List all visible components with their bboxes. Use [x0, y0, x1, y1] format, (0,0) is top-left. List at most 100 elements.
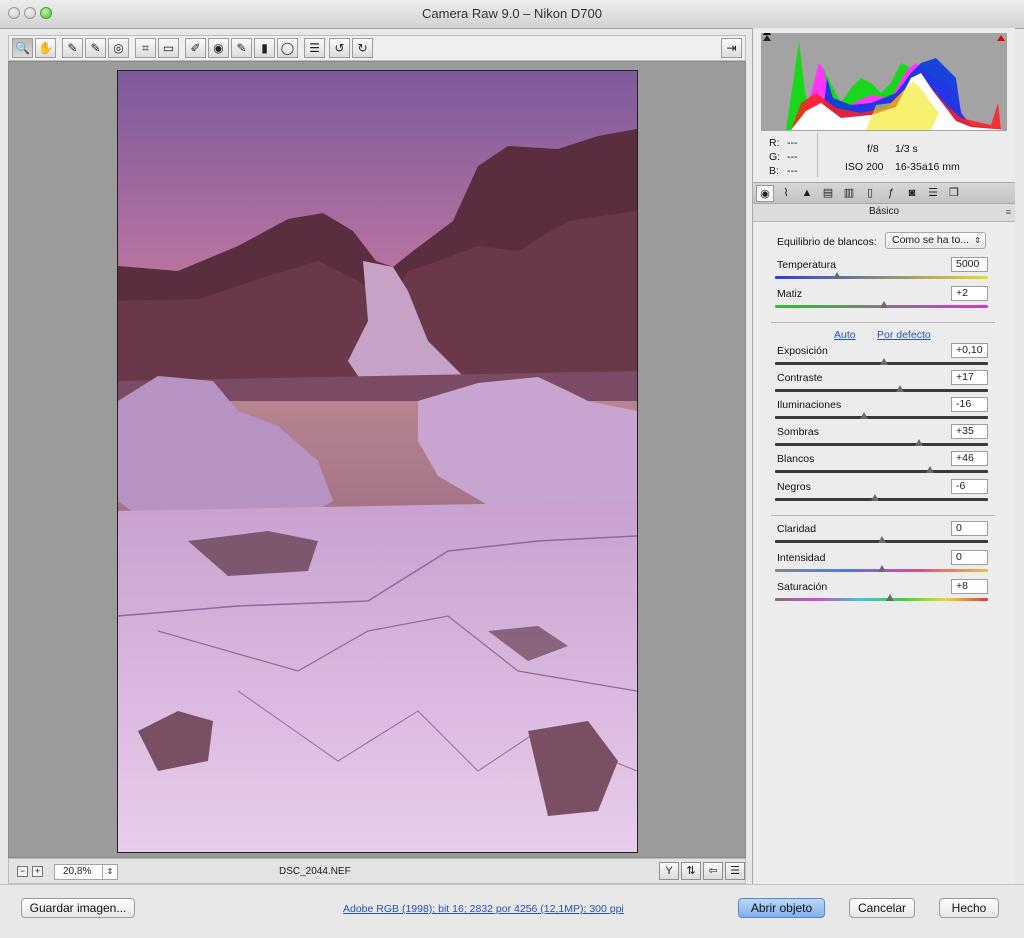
rotate-left-icon[interactable]: ↺	[329, 38, 350, 58]
red-eye-tool-icon[interactable]: ◉	[208, 38, 229, 58]
targeted-adjustment-tool-icon[interactable]: ◎	[108, 38, 129, 58]
slider-value-saturacion[interactable]: +8	[951, 579, 988, 594]
effects-tab-icon[interactable]: ƒ	[882, 185, 900, 202]
open-object-button[interactable]: Abrir objeto	[738, 898, 825, 918]
spot-removal-tool-icon[interactable]: ✐	[185, 38, 206, 58]
split-toning-tab-icon[interactable]: ▥	[840, 185, 858, 202]
slider-label-sombras: Sombras	[777, 426, 820, 438]
slider-thumb-matiz[interactable]	[880, 301, 888, 308]
slider-thumb-exposicion[interactable]	[880, 358, 888, 365]
radial-filter-tool-icon[interactable]: ◯	[277, 38, 298, 58]
slider-thumb-claridad[interactable]	[878, 536, 886, 543]
snapshots-tab-icon[interactable]: ❐	[945, 185, 963, 202]
slider-label-blancos: Blancos	[777, 453, 815, 465]
divider	[771, 322, 995, 323]
slider-thumb-negros[interactable]	[871, 494, 879, 501]
graduated-filter-tool-icon[interactable]: ▮	[254, 38, 275, 58]
slider-track-saturacion[interactable]	[775, 598, 988, 601]
wb-label: Equilibrio de blancos:	[777, 236, 877, 248]
preview-status-bar: − + 20,8% ⇕ DSC_2044.NEF Y ⇅ ⇦ ☰	[8, 858, 746, 884]
zoom-out-button[interactable]: −	[17, 866, 28, 877]
default-link[interactable]: Por defecto	[877, 329, 931, 341]
slider-thumb-contraste[interactable]	[896, 385, 904, 392]
zoom-in-button[interactable]: +	[32, 866, 43, 877]
divider	[771, 515, 995, 516]
slider-track-blancos[interactable]	[775, 470, 988, 473]
swap-settings-icon[interactable]: ⇅	[681, 862, 701, 880]
lens-corrections-tab-icon[interactable]: ▯	[861, 185, 879, 202]
title-bar: Camera Raw 9.0 – Nikon D700	[0, 0, 1024, 29]
hsl-tab-icon[interactable]: ▤	[819, 185, 837, 202]
crop-tool-icon[interactable]: ⌗	[135, 38, 156, 58]
section-header: Básico ≡	[753, 204, 1015, 222]
panel-tabs: ◉ ⌇ ▲ ▤ ▥ ▯ ƒ ◙ ☰ ❐	[753, 182, 1015, 204]
photo-preview[interactable]	[117, 70, 638, 853]
aperture-value: f/8	[867, 143, 879, 155]
slider-track-temperatura[interactable]	[775, 276, 988, 279]
shutter-value: 1/3 s	[895, 143, 918, 155]
view-before-after-icon[interactable]: Y	[659, 862, 679, 880]
fullscreen-icon[interactable]: ⇥	[721, 38, 742, 58]
slider-value-contraste[interactable]: +17	[951, 370, 988, 385]
slider-label-exposicion: Exposición	[777, 345, 828, 357]
slider-value-exposicion[interactable]: +0,10	[951, 343, 988, 358]
white-balance-tool-icon[interactable]: ✎	[62, 38, 83, 58]
tone-curve-tab-icon[interactable]: ⌇	[777, 185, 795, 202]
rotate-right-icon[interactable]: ↻	[352, 38, 373, 58]
panel-menu-icon[interactable]: ≡	[1006, 204, 1011, 220]
slider-label-matiz: Matiz	[777, 288, 803, 300]
histogram	[761, 29, 1007, 131]
b-value: ---	[787, 165, 798, 177]
slider-track-sombras[interactable]	[775, 443, 988, 446]
detail-tab-icon[interactable]: ▲	[798, 185, 816, 202]
pixel-readout: R: --- G: --- B: --- f/8 1/3 s ISO 200 1…	[761, 131, 1007, 177]
slider-track-iluminaciones[interactable]	[775, 416, 988, 419]
slider-value-sombras[interactable]: +35	[951, 424, 988, 439]
hand-tool-icon[interactable]: ✋	[35, 38, 56, 58]
done-button[interactable]: Hecho	[939, 898, 999, 918]
slider-label-saturacion: Saturación	[777, 581, 828, 593]
adjustment-brush-tool-icon[interactable]: ✎	[231, 38, 252, 58]
cancel-button[interactable]: Cancelar	[849, 898, 915, 918]
slider-label-contraste: Contraste	[777, 372, 823, 384]
slider-track-contraste[interactable]	[775, 389, 988, 392]
slider-thumb-saturacion[interactable]	[886, 594, 894, 601]
slider-value-intensidad[interactable]: 0	[951, 550, 988, 565]
slider-value-temperatura[interactable]: 5000	[951, 257, 988, 272]
slider-thumb-blancos[interactable]	[926, 466, 934, 473]
copy-settings-icon[interactable]: ⇦	[703, 862, 723, 880]
slider-thumb-temperatura[interactable]	[833, 272, 841, 279]
g-label: G:	[769, 151, 781, 163]
zoom-level-value: 20,8%	[63, 866, 92, 877]
slider-value-matiz[interactable]: +2	[951, 286, 988, 301]
slider-value-iluminaciones[interactable]: -16	[951, 397, 988, 412]
zoom-tool-icon[interactable]: 🔍	[12, 38, 33, 58]
slider-value-negros[interactable]: -6	[951, 479, 988, 494]
color-sampler-tool-icon[interactable]: ✎	[85, 38, 106, 58]
readout-divider	[817, 133, 818, 177]
section-title: Básico	[868, 206, 899, 217]
straighten-tool-icon[interactable]: ▭	[158, 38, 179, 58]
presets-tab-icon[interactable]: ☰	[924, 185, 942, 202]
slider-label-intensidad: Intensidad	[777, 552, 826, 564]
slider-thumb-sombras[interactable]	[915, 439, 923, 446]
slider-track-negros[interactable]	[775, 498, 988, 501]
workflow-options-link[interactable]: Adobe RGB (1998); bit 16; 2832 por 4256 …	[343, 903, 624, 915]
histogram-graph	[761, 29, 1007, 131]
white-balance-select[interactable]: Como se ha to... ⇕	[885, 232, 986, 249]
auto-link[interactable]: Auto	[834, 329, 856, 341]
slider-label-temperatura: Temperatura	[777, 259, 836, 271]
window-title: Camera Raw 9.0 – Nikon D700	[422, 6, 602, 21]
slider-value-blancos[interactable]: +46	[951, 451, 988, 466]
zoom-level-select[interactable]: 20,8% ⇕	[54, 864, 118, 880]
chevron-updown-icon: ⇕	[974, 236, 981, 245]
slider-thumb-iluminaciones[interactable]	[860, 412, 868, 419]
slider-thumb-intensidad[interactable]	[878, 565, 886, 572]
save-image-button[interactable]: Guardar imagen...	[21, 898, 135, 918]
camera-calibration-tab-icon[interactable]: ◙	[903, 185, 921, 202]
basic-tab-icon[interactable]: ◉	[756, 185, 774, 202]
preferences-tool-icon[interactable]: ☰	[304, 38, 325, 58]
slider-value-claridad[interactable]: 0	[951, 521, 988, 536]
tool-bar: 🔍 ✋ ✎ ✎ ◎ ⌗ ▭ ✐ ◉ ✎ ▮ ◯ ☰ ↺ ↻ ⇥	[8, 35, 746, 61]
preview-settings-icon[interactable]: ☰	[725, 862, 745, 880]
